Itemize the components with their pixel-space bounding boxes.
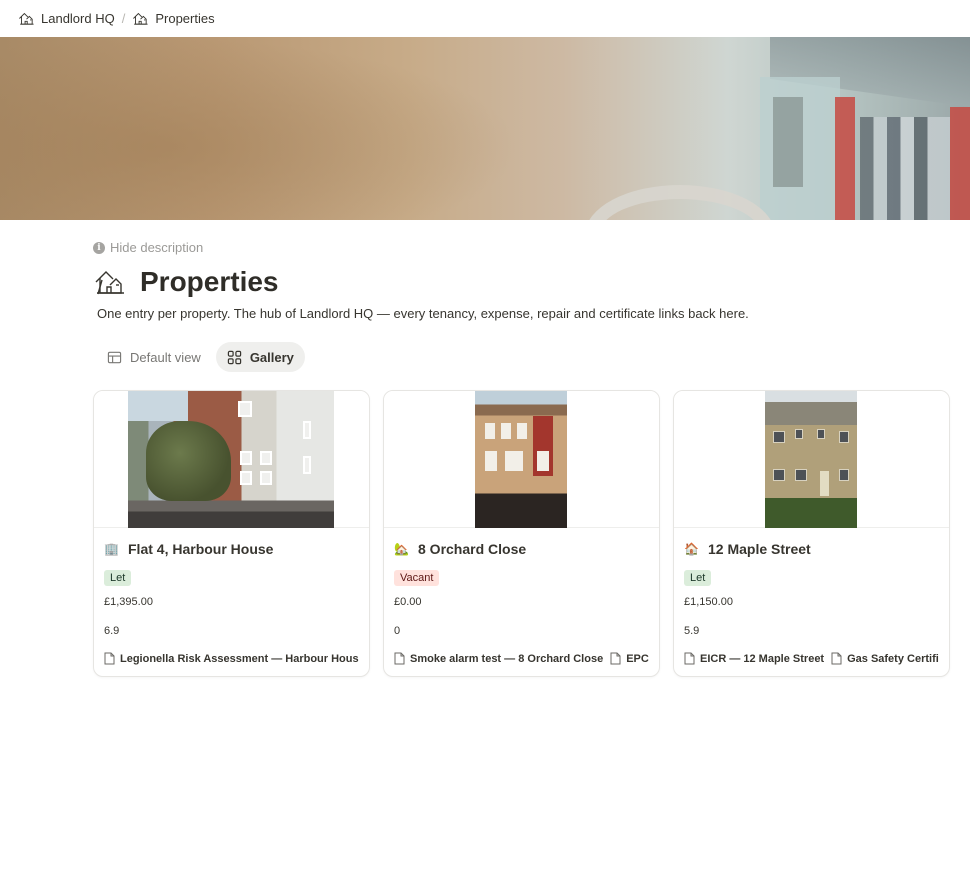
card-title-text: 8 Orchard Close — [418, 541, 527, 557]
page-title[interactable]: Properties — [140, 266, 279, 298]
page-header: Properties — [94, 266, 279, 298]
related-pages: Legionella Risk Assessment — Harbour Hou… — [104, 652, 359, 665]
house-icon: 🏠 — [684, 542, 699, 556]
breadcrumb-properties[interactable]: Properties — [128, 8, 218, 29]
hide-description-button[interactable]: i Hide description — [93, 240, 203, 255]
score-value: 6.9 — [104, 625, 120, 637]
property-photo — [475, 391, 567, 528]
related-page-link[interactable]: Legionella Risk Assessment — Harbour Hou… — [104, 652, 359, 665]
related-page-link[interactable]: EICR — 12 Maple Street — [684, 652, 824, 665]
hide-description-label: Hide description — [110, 240, 204, 255]
tab-gallery[interactable]: Gallery — [215, 342, 305, 372]
gallery-card-8-orchard-close[interactable]: 🏡 8 Orchard Close Vacant £0.00 0 Smoke a… — [383, 390, 660, 677]
house-sketch-icon — [19, 12, 34, 25]
status-badge: Let — [684, 570, 712, 586]
gallery-card-12-maple-street[interactable]: 🏠 12 Maple Street Let £1,150.00 5.9 EICR… — [673, 390, 950, 677]
related-pages: Smoke alarm test — 8 Orchard Close EPC — — [394, 652, 649, 665]
card-title: 🏡 8 Orchard Close — [394, 540, 649, 558]
status-badge: Vacant — [394, 570, 440, 586]
related-page-link[interactable]: Gas Safety Certificate — [831, 652, 939, 665]
tab-label: Gallery — [249, 349, 294, 365]
property-photo — [128, 391, 334, 528]
view-tabs: Default view Gallery — [96, 342, 305, 372]
info-icon: i — [93, 241, 105, 254]
score-value: 5.9 — [684, 625, 700, 637]
breadcrumb-separator: / — [121, 10, 126, 26]
document-icon — [831, 652, 842, 665]
rent-value: £1,150.00 — [684, 596, 733, 608]
document-icon — [394, 652, 405, 665]
card-cover — [94, 391, 369, 528]
gallery-card-flat-4-harbour-house[interactable]: 🏢 Flat 4, Harbour House Let £1,395.00 6.… — [93, 390, 370, 677]
house-sketch-icon[interactable] — [94, 266, 126, 298]
rent-value: £1,395.00 — [104, 596, 153, 608]
tab-label: Default view — [130, 349, 201, 365]
related-page-link[interactable]: Smoke alarm test — 8 Orchard Close — [394, 652, 603, 665]
breadcrumb-label: Properties — [155, 10, 215, 26]
document-icon — [104, 652, 115, 665]
document-icon — [684, 652, 695, 665]
related-pages: EICR — 12 Maple Street Gas Safety Certif… — [684, 652, 939, 665]
related-page-link[interactable]: EPC — — [610, 652, 649, 665]
house-with-garden-icon: 🏡 — [394, 542, 409, 556]
card-title: 🏠 12 Maple Street — [684, 540, 939, 558]
document-icon — [610, 652, 621, 665]
property-photo — [765, 391, 857, 528]
breadcrumb-label: Landlord HQ — [41, 10, 115, 26]
breadcrumb-landlord-hq[interactable]: Landlord HQ — [14, 8, 119, 29]
tab-default-view[interactable]: Default view — [96, 342, 212, 372]
status-badge: Let — [104, 570, 132, 586]
rent-value: £0.00 — [394, 596, 422, 608]
card-title: 🏢 Flat 4, Harbour House — [104, 540, 359, 558]
office-building-icon: 🏢 — [104, 542, 119, 556]
table-icon — [107, 351, 122, 363]
score-value: 0 — [394, 625, 401, 637]
breadcrumb: Landlord HQ / Properties — [0, 0, 970, 36]
card-cover — [674, 391, 949, 528]
cover-image[interactable] — [0, 37, 970, 220]
card-title-text: 12 Maple Street — [708, 541, 811, 557]
card-cover — [384, 391, 659, 528]
page-description[interactable]: One entry per property. The hub of Landl… — [97, 306, 749, 321]
card-title-text: Flat 4, Harbour House — [128, 541, 274, 557]
house-sketch-icon — [133, 12, 148, 25]
gallery-icon — [227, 350, 242, 364]
